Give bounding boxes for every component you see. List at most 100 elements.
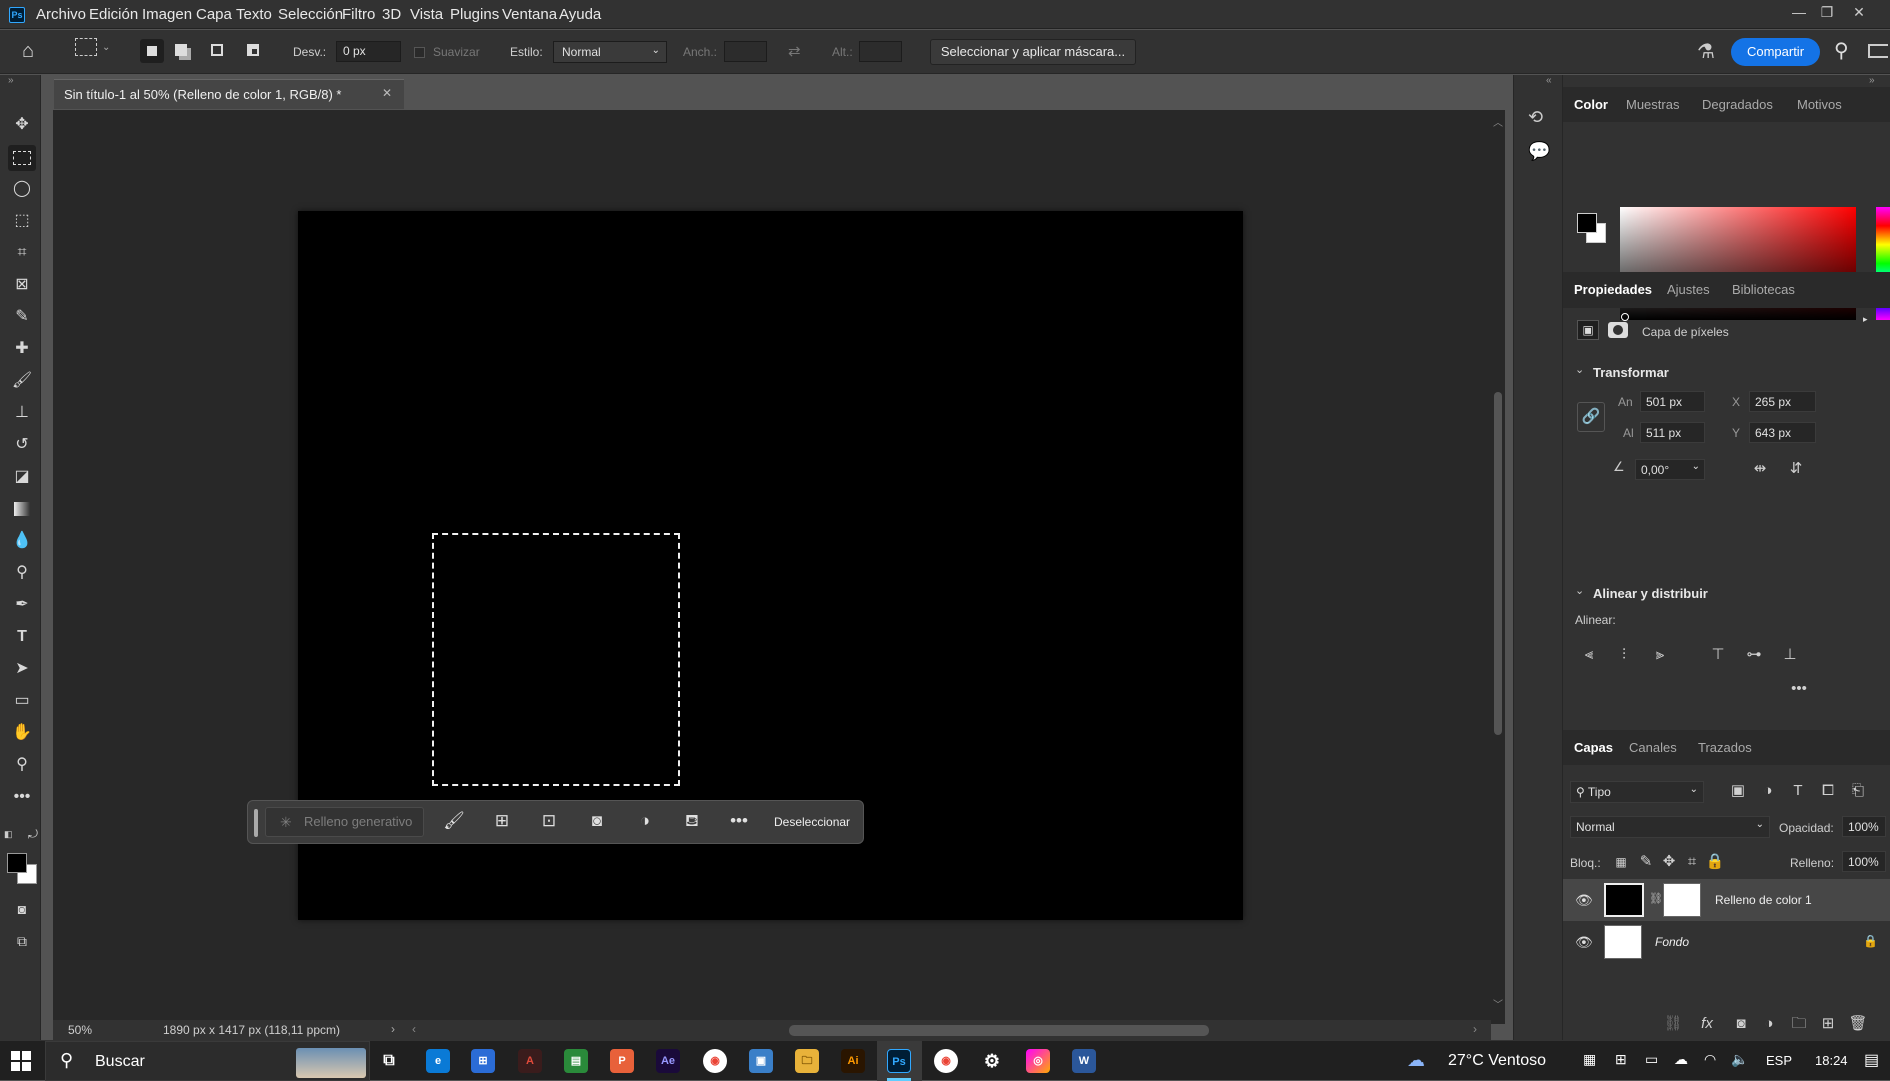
link-dimensions-icon[interactable]: 🔗: [1577, 402, 1605, 432]
new-selection-button[interactable]: [140, 39, 164, 63]
photoshop-taskbar-icon[interactable]: Ps: [887, 1049, 911, 1073]
frame-tool-icon[interactable]: ⊠: [8, 272, 36, 298]
healing-brush-tool-icon[interactable]: ✚: [8, 336, 36, 362]
transform-header[interactable]: Transformar: [1593, 365, 1669, 380]
menu-ayuda[interactable]: Ayuda: [559, 6, 601, 23]
app-icon[interactable]: ▣: [749, 1049, 773, 1073]
feather-input[interactable]: 0 px: [336, 41, 401, 62]
quick-mask-icon[interactable]: ◙: [8, 896, 36, 922]
drag-handle[interactable]: [254, 809, 258, 837]
hand-tool-icon[interactable]: ✋: [8, 720, 36, 746]
layer-row[interactable]: 👁 ⛓ Relleno de color 1: [1563, 879, 1890, 921]
lock-image-pixels-icon[interactable]: ✎: [1636, 852, 1656, 872]
weather-icon[interactable]: ☁: [1407, 1050, 1425, 1071]
vertical-scroll-thumb[interactable]: [1494, 392, 1502, 735]
x-input[interactable]: 265 px: [1749, 391, 1816, 412]
y-input[interactable]: 643 px: [1749, 422, 1816, 443]
intersect-selection-icon[interactable]: [247, 44, 259, 56]
add-selection-icon[interactable]: [175, 44, 187, 56]
word-icon[interactable]: W: [1072, 1049, 1096, 1073]
antialias-checkbox[interactable]: [414, 47, 425, 58]
onedrive-icon[interactable]: ☁: [1674, 1051, 1688, 1068]
clone-stamp-tool-icon[interactable]: ⊥: [8, 400, 36, 426]
height-input[interactable]: 511 px: [1640, 422, 1705, 443]
color-picker-marker[interactable]: [1621, 313, 1629, 321]
filter-smart-object-icon[interactable]: ⎗: [1848, 781, 1868, 801]
brush-tool-icon[interactable]: 🖌: [8, 368, 36, 394]
flask-icon[interactable]: ⚗: [1697, 39, 1715, 64]
chevron-down-icon[interactable]: ⌄: [102, 42, 110, 53]
lock-position-icon[interactable]: ✥: [1659, 852, 1679, 872]
menu-edicion[interactable]: Edición: [89, 6, 138, 23]
app-icon[interactable]: ▤: [564, 1049, 588, 1073]
share-button[interactable]: Compartir: [1731, 38, 1820, 66]
weather-text[interactable]: 27°C Ventoso: [1448, 1052, 1546, 1070]
zoom-tool-icon[interactable]: ⚲: [8, 752, 36, 778]
filter-shape-icon[interactable]: ⧠: [1818, 781, 1838, 801]
more-tools-icon[interactable]: •••: [8, 784, 36, 810]
illustrator-icon[interactable]: Ai: [841, 1049, 865, 1073]
menu-ventana[interactable]: Ventana: [502, 6, 557, 23]
menu-seleccion[interactable]: Selección: [278, 6, 343, 23]
subtract-selection-icon[interactable]: [211, 44, 223, 56]
after-effects-icon[interactable]: Ae: [656, 1049, 680, 1073]
align-vertical-center-icon[interactable]: ⊶: [1744, 645, 1764, 665]
crop-tool-icon[interactable]: ⌗: [8, 240, 36, 266]
lock-all-icon[interactable]: 🔒: [1705, 852, 1725, 872]
opacity-input[interactable]: 100%: [1842, 816, 1886, 837]
wifi-icon[interactable]: ◠: [1704, 1051, 1716, 1068]
app-tray-icon[interactable]: ▦: [1583, 1051, 1596, 1068]
align-left-icon[interactable]: ⫷: [1579, 645, 1599, 665]
file-explorer-icon[interactable]: 🗀: [795, 1049, 819, 1073]
app-tray-icon[interactable]: ⊞: [1615, 1051, 1627, 1068]
dodge-tool-icon[interactable]: ⚲: [8, 560, 36, 586]
align-bottom-icon[interactable]: ⊥: [1780, 645, 1800, 665]
tab-muestras[interactable]: Muestras: [1626, 97, 1679, 112]
tab-trazados[interactable]: Trazados: [1698, 740, 1752, 755]
rectangular-marquee-tool-icon[interactable]: [8, 145, 36, 171]
filter-type-icon[interactable]: T: [1788, 781, 1808, 801]
app-icon[interactable]: ◎: [1026, 1049, 1050, 1073]
tab-bibliotecas[interactable]: Bibliotecas: [1732, 282, 1795, 297]
close-icon[interactable]: ✕: [1848, 4, 1870, 24]
document-tab[interactable]: Sin título-1 al 50% (Relleno de color 1,…: [54, 79, 404, 109]
tab-capas[interactable]: Capas: [1574, 740, 1613, 755]
horizontal-scroll-thumb[interactable]: [789, 1025, 1209, 1036]
select-and-mask-brush-icon[interactable]: 🖌: [441, 811, 467, 835]
menu-3d[interactable]: 3D: [382, 6, 401, 23]
align-top-icon[interactable]: ⊤: [1708, 645, 1728, 665]
add-mask-icon[interactable]: ◙: [1731, 1014, 1751, 1034]
layer-mask-thumbnail[interactable]: [1663, 883, 1701, 917]
eyedropper-tool-icon[interactable]: ✎: [8, 304, 36, 330]
fill-selection-icon[interactable]: ⛾: [679, 811, 705, 835]
collapse-panels-icon[interactable]: »: [1869, 75, 1875, 86]
filter-adjustment-icon[interactable]: ◑: [1758, 781, 1778, 801]
align-right-icon[interactable]: ⫸: [1650, 645, 1670, 665]
history-brush-tool-icon[interactable]: ↺: [8, 432, 36, 458]
new-layer-icon[interactable]: ⊞: [1818, 1014, 1838, 1034]
default-colors-icon[interactable]: ◧: [4, 829, 13, 840]
layer-name[interactable]: Fondo: [1655, 935, 1689, 949]
settings-icon[interactable]: ⚙: [980, 1049, 1004, 1073]
object-selection-tool-icon[interactable]: ⬚: [8, 208, 36, 234]
adjustment-layer-icon[interactable]: ◑: [632, 811, 658, 835]
tab-ajustes[interactable]: Ajustes: [1667, 282, 1710, 297]
chevron-down-icon[interactable]: ⌄: [1575, 584, 1584, 597]
lasso-tool-icon[interactable]: ◯: [8, 176, 36, 202]
select-and-mask-button[interactable]: Seleccionar y aplicar máscara...: [930, 39, 1136, 65]
layer-thumbnail[interactable]: [1604, 925, 1642, 959]
layer-row[interactable]: 👁 Fondo 🔒: [1563, 921, 1890, 963]
flip-vertical-icon[interactable]: ⇵: [1786, 459, 1806, 479]
pen-tool-icon[interactable]: ✒: [8, 592, 36, 618]
marquee-tool-preset-icon[interactable]: [75, 38, 97, 56]
language-indicator[interactable]: ESP: [1766, 1053, 1792, 1068]
hue-slider-marker[interactable]: ▸: [1863, 314, 1868, 325]
minimize-icon[interactable]: —: [1788, 4, 1810, 24]
home-icon[interactable]: ⌂: [22, 40, 34, 63]
menu-imagen[interactable]: Imagen: [142, 6, 192, 23]
edge-icon[interactable]: e: [426, 1049, 450, 1073]
display-icon[interactable]: ▭: [1645, 1051, 1658, 1068]
screen-mode-icon[interactable]: ⧉: [8, 928, 36, 954]
clock[interactable]: 18:24: [1815, 1053, 1848, 1068]
menu-vista[interactable]: Vista: [410, 6, 443, 23]
